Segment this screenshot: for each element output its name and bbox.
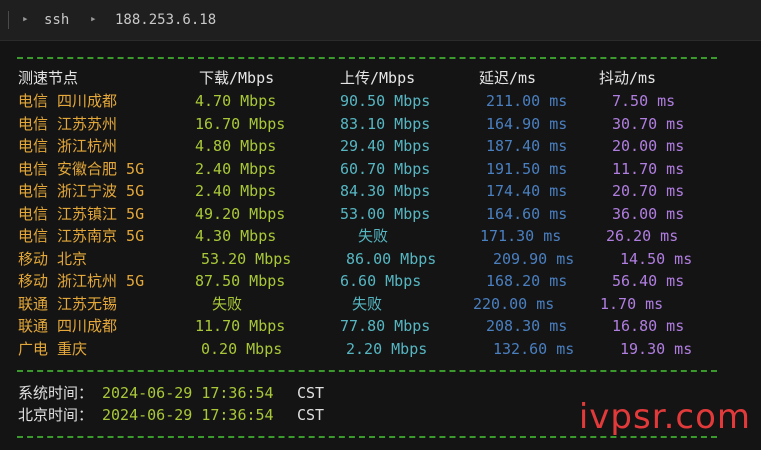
jitter-cell: 7.50 ms	[612, 92, 676, 110]
jitter-cell: 1.70 ms	[600, 295, 664, 313]
table-row: 广电 重庆 0.20 Mbps 2.20 Mbps 132.60 ms 19.3…	[0, 339, 761, 359]
upload-cell: 失败	[358, 227, 389, 245]
node-cell: 广电 重庆	[18, 340, 88, 358]
table-row: 电信 江苏南京 5G 4.30 Mbps 失败 171.30 ms 26.20 …	[0, 226, 761, 246]
divider-top	[17, 57, 717, 59]
beijing-time-label: 北京时间：	[18, 406, 94, 424]
upload-cell: 84.30 Mbps	[340, 182, 431, 200]
system-time-value: 2024-06-29 17:36:54	[102, 384, 274, 402]
node-cell: 电信 四川成都	[18, 92, 118, 110]
download-cell: 4.80 Mbps	[195, 137, 277, 155]
header-download: 下载/Mbps	[199, 69, 275, 87]
table-row: 电信 四川成都 4.70 Mbps 90.50 Mbps 211.00 ms 7…	[0, 91, 761, 111]
upload-cell: 失败	[352, 295, 383, 313]
download-cell: 16.70 Mbps	[195, 115, 286, 133]
download-cell: 2.40 Mbps	[195, 160, 277, 178]
system-time-zone: CST	[297, 384, 325, 402]
chevron-right-icon: ▸	[22, 12, 29, 25]
header-jitter: 抖动/ms	[599, 69, 657, 87]
upload-cell: 2.20 Mbps	[346, 340, 428, 358]
jitter-cell: 36.00 ms	[612, 205, 685, 223]
latency-cell: 209.90 ms	[493, 250, 575, 268]
node-cell: 电信 江苏苏州	[18, 115, 118, 133]
upload-cell: 29.40 Mbps	[340, 137, 431, 155]
chevron-right-icon: ▸	[90, 12, 97, 25]
latency-cell: 174.40 ms	[486, 182, 568, 200]
header-latency: 延迟/ms	[479, 69, 537, 87]
header-upload: 上传/Mbps	[340, 69, 416, 87]
system-time-label: 系统时间：	[18, 384, 94, 402]
upload-cell: 83.10 Mbps	[340, 115, 431, 133]
table-row: 电信 安徽合肥 5G 2.40 Mbps 60.70 Mbps 191.50 m…	[0, 159, 761, 179]
download-cell: 失败	[212, 295, 243, 313]
download-cell: 0.20 Mbps	[201, 340, 283, 358]
breadcrumb-ssh[interactable]: ssh	[44, 12, 69, 28]
download-cell: 87.50 Mbps	[195, 272, 286, 290]
table-row: 电信 江苏镇江 5G 49.20 Mbps 53.00 Mbps 164.60 …	[0, 204, 761, 224]
node-cell: 电信 江苏南京 5G	[18, 227, 145, 245]
download-cell: 2.40 Mbps	[195, 182, 277, 200]
node-cell: 电信 安徽合肥 5G	[18, 160, 145, 178]
watermark: ivpsr.com	[578, 397, 751, 437]
download-cell: 49.20 Mbps	[195, 205, 286, 223]
jitter-cell: 14.50 ms	[620, 250, 693, 268]
breadcrumb-bar: ▸ ssh ▸ 188.253.6.18	[0, 0, 761, 41]
header-node: 测速节点	[18, 69, 79, 87]
latency-cell: 132.60 ms	[493, 340, 575, 358]
latency-cell: 168.20 ms	[486, 272, 568, 290]
jitter-cell: 11.70 ms	[612, 160, 685, 178]
jitter-cell: 20.00 ms	[612, 137, 685, 155]
upload-cell: 60.70 Mbps	[340, 160, 431, 178]
upload-cell: 6.60 Mbps	[340, 272, 422, 290]
beijing-time-zone: CST	[297, 406, 325, 424]
latency-cell: 208.30 ms	[486, 317, 568, 335]
table-row: 联通 四川成都 11.70 Mbps 77.80 Mbps 208.30 ms …	[0, 316, 761, 336]
jitter-cell: 26.20 ms	[606, 227, 679, 245]
table-row: 电信 浙江宁波 5G 2.40 Mbps 84.30 Mbps 174.40 m…	[0, 181, 761, 201]
latency-cell: 211.00 ms	[486, 92, 568, 110]
download-cell: 11.70 Mbps	[195, 317, 286, 335]
jitter-cell: 20.70 ms	[612, 182, 685, 200]
table-row: 移动 北京 53.20 Mbps 86.00 Mbps 209.90 ms 14…	[0, 249, 761, 269]
bar-separator	[8, 11, 9, 29]
jitter-cell: 56.40 ms	[612, 272, 685, 290]
table-header: 测速节点 下载/Mbps 上传/Mbps 延迟/ms 抖动/ms	[0, 68, 761, 88]
latency-cell: 220.00 ms	[473, 295, 555, 313]
node-cell: 电信 浙江宁波 5G	[18, 182, 145, 200]
latency-cell: 191.50 ms	[486, 160, 568, 178]
jitter-cell: 19.30 ms	[620, 340, 693, 358]
node-cell: 电信 江苏镇江 5G	[18, 205, 145, 223]
table-row: 电信 浙江杭州 4.80 Mbps 29.40 Mbps 187.40 ms 2…	[0, 136, 761, 156]
node-cell: 联通 四川成都	[18, 317, 118, 335]
jitter-cell: 30.70 ms	[612, 115, 685, 133]
divider-middle	[17, 370, 717, 372]
table-row: 联通 江苏无锡 失败 失败 220.00 ms 1.70 ms	[0, 294, 761, 314]
node-cell: 电信 浙江杭州	[18, 137, 118, 155]
upload-cell: 86.00 Mbps	[346, 250, 437, 268]
upload-cell: 77.80 Mbps	[340, 317, 431, 335]
download-cell: 4.30 Mbps	[195, 227, 277, 245]
node-cell: 联通 江苏无锡	[18, 295, 118, 313]
beijing-time-value: 2024-06-29 17:36:54	[102, 406, 274, 424]
latency-cell: 164.90 ms	[486, 115, 568, 133]
upload-cell: 90.50 Mbps	[340, 92, 431, 110]
latency-cell: 187.40 ms	[486, 137, 568, 155]
table-row: 移动 浙江杭州 5G 87.50 Mbps 6.60 Mbps 168.20 m…	[0, 271, 761, 291]
node-cell: 移动 北京	[18, 250, 88, 268]
download-cell: 53.20 Mbps	[201, 250, 292, 268]
node-cell: 移动 浙江杭州 5G	[18, 272, 145, 290]
jitter-cell: 16.80 ms	[612, 317, 685, 335]
download-cell: 4.70 Mbps	[195, 92, 277, 110]
table-row: 电信 江苏苏州 16.70 Mbps 83.10 Mbps 164.90 ms …	[0, 114, 761, 134]
latency-cell: 171.30 ms	[480, 227, 562, 245]
latency-cell: 164.60 ms	[486, 205, 568, 223]
upload-cell: 53.00 Mbps	[340, 205, 431, 223]
breadcrumb-host[interactable]: 188.253.6.18	[115, 12, 216, 28]
